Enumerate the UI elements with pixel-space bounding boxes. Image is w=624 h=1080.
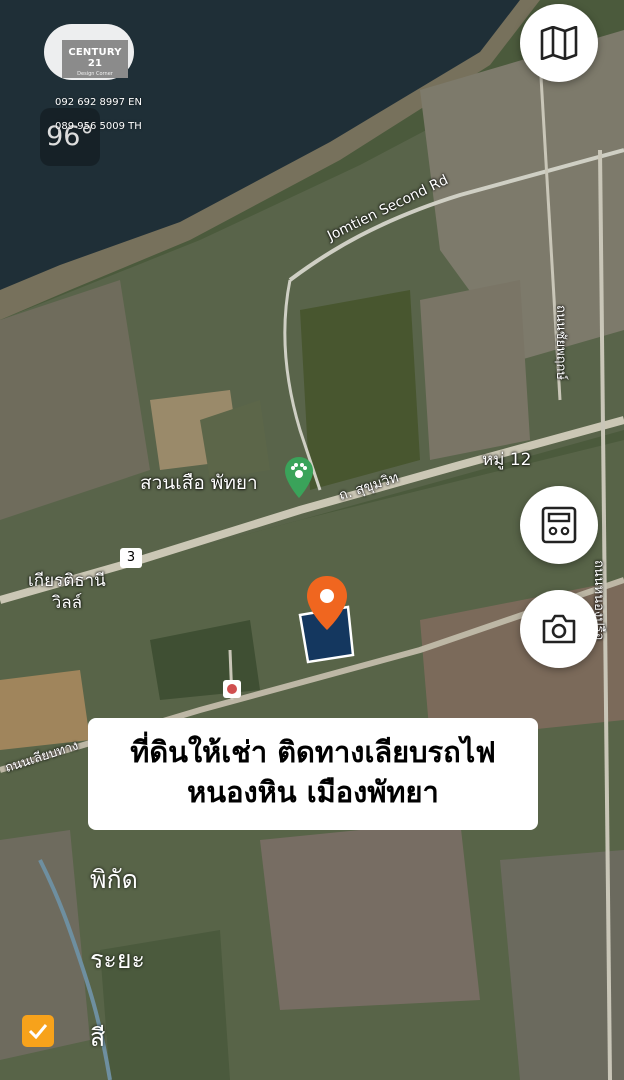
logo-brand: CENTURY 21	[68, 47, 122, 69]
coordinates-label: พิกัด	[90, 865, 138, 894]
map-icon	[540, 26, 578, 60]
tiger-park-label: สวนเสือ พัทยา	[140, 472, 258, 494]
kiat-thani-line-2: วิลล์	[51, 593, 83, 613]
transit-marker[interactable]	[223, 680, 241, 698]
paw-icon[interactable]	[284, 456, 314, 500]
logo-subtitle: Design Corner	[77, 71, 113, 77]
distance-label: ระยะ	[90, 945, 145, 974]
phone-en[interactable]: 092 692 8997 EN	[55, 97, 142, 108]
phone-th[interactable]: 089 956 5009 TH	[55, 121, 142, 132]
listing-caption: ที่ดินให้เช่า ติดทางเลียบรถไฟ หนองหิน เม…	[88, 718, 538, 830]
check-icon	[22, 1015, 54, 1047]
road-label-right: ถนนชัยพฤกษ์	[553, 305, 568, 380]
temperature-badge: 96°	[40, 108, 100, 166]
caption-line-2: หนองหิน เมืองพัทยา	[187, 775, 439, 809]
location-pin-icon[interactable]	[304, 574, 350, 632]
calculator-button[interactable]	[520, 486, 598, 564]
route-number: 3	[126, 550, 136, 565]
kiat-thani-line-1: เกียรติธานี	[28, 571, 106, 591]
village-label: หมู่ 12	[482, 450, 532, 470]
century21-logo: CENTURY 21 Design Corner	[62, 40, 128, 78]
caption-line-1: ที่ดินให้เช่า ติดทางเลียบรถไฟ	[130, 735, 496, 769]
camera-icon	[542, 614, 576, 644]
kiat-thani-label: เกียรติธานี วิลล์	[28, 570, 106, 614]
map-button[interactable]	[520, 4, 598, 82]
route-shield: 3	[120, 548, 142, 568]
calculator-icon	[541, 506, 577, 544]
color-label: สี	[90, 1023, 106, 1052]
camera-button[interactable]	[520, 590, 598, 668]
